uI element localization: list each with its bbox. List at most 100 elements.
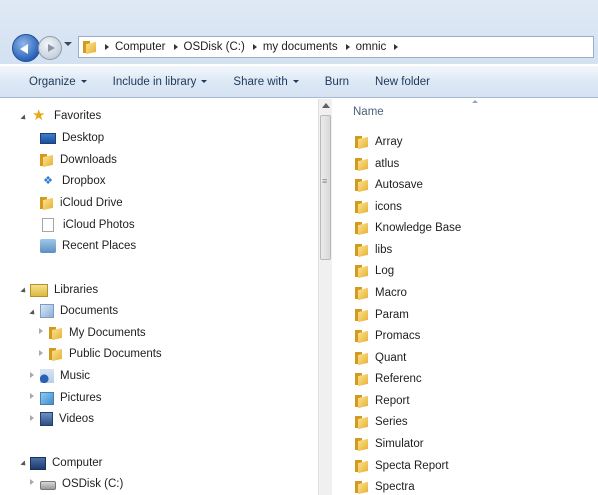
expand-favorites-icon[interactable] xyxy=(20,114,28,122)
file-name: atlus xyxy=(375,158,400,170)
list-item[interactable]: Param xyxy=(355,305,409,325)
expand-computer-icon[interactable] xyxy=(20,460,28,468)
recent-places-icon xyxy=(40,239,56,253)
folder-icon xyxy=(355,287,368,299)
list-item[interactable]: Log xyxy=(355,261,394,281)
expand-public-documents-icon[interactable] xyxy=(39,350,43,356)
chevron-right-icon[interactable] xyxy=(252,44,257,50)
scroll-up-arrow-icon[interactable] xyxy=(322,103,330,108)
nav-music[interactable]: Music xyxy=(40,366,90,386)
file-name: Specta Report xyxy=(375,460,449,472)
list-item[interactable]: Array xyxy=(355,132,402,152)
chevron-right-icon[interactable] xyxy=(105,44,109,50)
breadcrumb-computer[interactable]: Computer xyxy=(115,41,166,53)
list-item[interactable]: Macro xyxy=(355,283,407,303)
breadcrumb-omnic[interactable]: omnic xyxy=(356,41,387,53)
file-name: Spectra xyxy=(375,481,415,493)
file-name: Promacs xyxy=(375,330,421,342)
list-item[interactable]: libs xyxy=(355,240,392,260)
nav-icloud-drive-label: iCloud Drive xyxy=(60,197,123,209)
back-button[interactable] xyxy=(12,34,40,62)
file-list-pane: Name Array atlus Autosave icons Knowledg… xyxy=(333,99,598,495)
nav-recent-places[interactable]: Recent Places xyxy=(40,236,136,256)
new-folder-button[interactable]: New folder xyxy=(375,76,430,88)
star-icon: ★ xyxy=(32,107,46,124)
nav-dropbox[interactable]: ❖ Dropbox xyxy=(40,171,105,191)
nav-osdisk[interactable]: OSDisk (C:) xyxy=(40,474,123,494)
expand-music-icon[interactable] xyxy=(30,372,34,378)
my-documents-folder-icon xyxy=(49,327,62,339)
nav-my-documents[interactable]: My Documents xyxy=(49,323,146,343)
list-item[interactable]: Quant xyxy=(355,348,406,368)
scrollbar-thumb[interactable] xyxy=(320,115,331,260)
list-item[interactable]: Knowledge Base xyxy=(355,218,461,238)
file-name: Macro xyxy=(375,287,407,299)
nav-favorites[interactable]: ★ Favorites xyxy=(32,106,101,126)
folder-icon xyxy=(355,244,368,256)
column-header-name[interactable]: Name xyxy=(353,106,384,118)
list-item[interactable]: Spectra xyxy=(355,477,415,495)
nav-icloud-drive[interactable]: iCloud Drive xyxy=(40,193,123,213)
nav-libraries[interactable]: Libraries xyxy=(30,280,98,300)
chevron-right-icon[interactable] xyxy=(394,44,399,50)
sort-ascending-icon xyxy=(472,100,478,103)
folder-icon xyxy=(355,352,368,364)
list-item[interactable]: Referenc xyxy=(355,369,422,389)
expand-my-documents-icon[interactable] xyxy=(39,328,43,334)
file-name: icons xyxy=(375,201,402,213)
nav-public-documents[interactable]: Public Documents xyxy=(49,344,162,364)
expand-videos-icon[interactable] xyxy=(30,415,34,421)
file-name: libs xyxy=(375,244,393,256)
hard-disk-icon xyxy=(40,481,56,490)
downloads-folder-icon xyxy=(40,154,53,166)
list-item[interactable]: Report xyxy=(355,391,410,411)
list-item[interactable]: Specta Report xyxy=(355,456,449,476)
desktop-icon xyxy=(40,132,56,144)
list-item[interactable]: Simulator xyxy=(355,434,424,454)
nav-downloads-label: Downloads xyxy=(60,154,117,166)
recent-pages-dropdown[interactable] xyxy=(64,42,72,46)
organize-button[interactable]: Organize xyxy=(29,76,87,88)
navigation-pane-scrollbar[interactable] xyxy=(318,99,332,495)
public-documents-folder-icon xyxy=(49,348,62,360)
burn-button[interactable]: Burn xyxy=(325,76,349,88)
nav-documents[interactable]: Documents xyxy=(40,301,118,321)
breadcrumb-my-documents[interactable]: my documents xyxy=(263,41,338,53)
icloud-drive-folder-icon xyxy=(40,197,53,209)
forward-button[interactable] xyxy=(38,36,62,60)
nav-videos[interactable]: Videos xyxy=(40,409,94,429)
nav-desktop[interactable]: Desktop xyxy=(40,128,104,148)
address-bar[interactable]: Computer OSDisk (C:) my documents omnic xyxy=(78,36,594,58)
nav-computer[interactable]: Computer xyxy=(30,453,103,473)
nav-pictures-label: Pictures xyxy=(60,392,102,404)
caret-down-icon xyxy=(292,80,299,83)
folder-icon xyxy=(355,373,368,385)
share-with-button[interactable]: Share with xyxy=(233,75,299,88)
folder-icon xyxy=(355,201,368,213)
list-item[interactable]: Series xyxy=(355,412,408,432)
list-item[interactable]: Autosave xyxy=(355,175,423,195)
nav-downloads[interactable]: Downloads xyxy=(40,150,117,170)
nav-pictures[interactable]: Pictures xyxy=(40,388,102,408)
nav-public-documents-label: Public Documents xyxy=(69,348,162,360)
nav-my-documents-label: My Documents xyxy=(69,327,146,339)
caret-down-icon xyxy=(201,80,208,83)
nav-icloud-photos[interactable]: iCloud Photos xyxy=(42,215,135,235)
expand-osdisk-icon[interactable] xyxy=(30,479,34,485)
expand-documents-icon[interactable] xyxy=(29,309,37,317)
list-item[interactable]: Promacs xyxy=(355,326,420,346)
expand-pictures-icon[interactable] xyxy=(30,393,34,399)
list-item[interactable]: atlus xyxy=(355,154,399,174)
document-icon xyxy=(42,218,54,232)
file-name: Series xyxy=(375,416,408,428)
share-with-label: Share with xyxy=(233,75,288,88)
expand-libraries-icon[interactable] xyxy=(20,287,28,295)
file-name: Param xyxy=(375,309,409,321)
include-in-library-button[interactable]: Include in library xyxy=(113,76,208,88)
chevron-right-icon[interactable] xyxy=(173,44,178,50)
breadcrumb-osdisk[interactable]: OSDisk (C:) xyxy=(184,41,245,53)
list-item[interactable]: icons xyxy=(355,197,402,217)
chevron-right-icon[interactable] xyxy=(345,44,350,50)
window-titlebar: Computer OSDisk (C:) my documents omnic xyxy=(0,0,598,64)
dropbox-icon: ❖ xyxy=(43,175,53,187)
